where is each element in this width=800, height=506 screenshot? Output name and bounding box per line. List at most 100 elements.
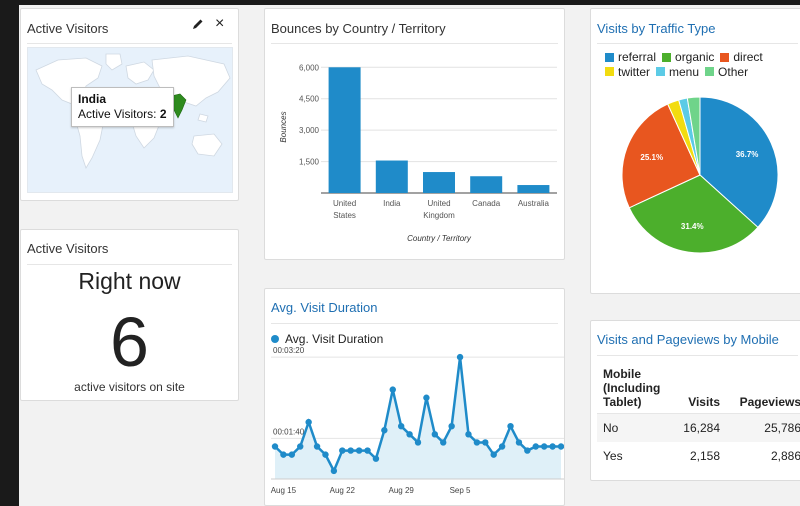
legend-item: direct [720,50,763,64]
active-visitors-caption: active visitors on site [74,380,185,394]
y-axis-label: Bounces [279,111,288,142]
data-point [280,451,287,458]
data-point [313,443,321,450]
data-point [440,439,447,446]
data-point [414,439,422,446]
row-pageviews: 25,786 [724,413,800,442]
x-tick-label: Aug 15 [271,486,297,495]
data-point [498,443,506,450]
data-point [557,443,564,450]
data-point [347,447,354,454]
y-tick-label: 00:01:40 [273,427,305,436]
x-tick-label: United [427,199,450,208]
data-point [423,394,430,401]
data-point [532,443,539,450]
data-point [364,447,371,454]
data-point [448,422,455,430]
bar [423,172,455,193]
title-divider [27,264,232,265]
title-divider [27,43,232,44]
title-divider [597,355,798,356]
card-title: Visits by Traffic Type [597,21,716,36]
legend-item: organic [662,50,714,64]
data-point [397,422,405,430]
legend-item: Other [705,65,748,79]
y-tick-label: 4,500 [299,95,320,104]
data-point [322,451,329,458]
pencil-icon[interactable] [191,17,205,34]
avg-visit-duration-card: Avg. Visit Duration Avg. Visit Duration … [264,288,565,506]
table-row: No 16,284 25,786 [597,413,800,442]
card-title: Visits and Pageviews by Mobile [597,332,779,347]
bounces-card: Bounces by Country / Territory 1,500 3,00… [264,8,565,260]
x-axis-label: Country / Territory [407,234,472,243]
avg-duration-line-chart: 00:03:20 00:01:40 Aug 15 Aug 22 Aug 29 Sep 5 [271,346,564,495]
bounces-bar-chart: 1,500 3,000 4,500 6,000 United States India Uni… [279,63,557,243]
tooltip-label: Active Visitors: [78,107,157,121]
data-point [515,439,523,446]
x-tick-label: Aug 29 [388,486,414,495]
legend-item: twitter [605,65,650,79]
data-point [330,467,338,475]
data-point [389,386,396,393]
traffic-type-card: Visits by Traffic Type referral organic di… [590,8,800,294]
x-tick-label: States [333,211,356,220]
row-pageviews: 2,886 [770,448,800,463]
data-point [271,443,279,450]
y-tick-label: 6,000 [299,63,320,72]
title-divider [597,43,798,44]
row-label: No [597,413,671,442]
data-point [490,451,497,458]
slice-label: 25.1% [640,153,663,162]
active-visitors-now-card: Active Visitors Right now 6 active visit… [20,229,239,401]
y-tick-label: 3,000 [299,126,320,135]
data-point [372,455,380,462]
y-tick-label: 1,500 [299,158,320,167]
x-tick-label: Kingdom [423,211,455,220]
dashboard-canvas: Active Visitors × India Active Visitors:… [0,0,800,506]
legend-item: referral [605,50,656,64]
left-border [0,0,19,506]
bar [517,185,550,193]
y-tick-label: 00:03:20 [273,346,305,355]
data-point [482,439,489,446]
table-row: Yes 2,158 2,886 [597,442,800,470]
right-now-label: Right now [78,268,181,294]
row-visits: 16,284 [671,413,724,442]
card-title: Active Visitors [27,241,109,256]
mobile-visits-card: Visits and Pageviews by Mobile Mobile (In… [590,320,800,481]
bar [470,176,503,193]
data-point [406,431,413,438]
column-header-mobile[interactable]: Mobile (Including Tablet) [597,363,671,414]
slice-label: 31.4% [681,222,704,231]
column-header-visits[interactable]: Visits [671,363,724,414]
x-tick-label: Aug 22 [330,486,356,495]
data-point [524,447,531,454]
column-header-pageviews[interactable]: Pageviews [724,363,800,414]
row-visits: 2,158 [689,448,720,463]
data-point [507,422,514,430]
tooltip-value: 2 [159,107,167,121]
bar [375,160,408,193]
close-icon[interactable]: × [215,16,224,32]
traffic-pie-chart: 36.7% 31.4% 25.1% [621,96,779,254]
data-point [473,439,481,446]
mobile-table: Mobile (Including Tablet) Visits Pageviews… [597,363,800,470]
row-label: Yes [603,448,623,463]
data-point [549,443,556,450]
card-title: Active Visitors [27,21,109,36]
data-point [339,447,346,454]
x-tick-label: Australia [518,199,550,208]
table-header-row: Mobile (Including Tablet) Visits Pageviews [597,363,800,414]
tooltip-country: India [78,92,107,106]
top-border [0,0,800,5]
data-point [305,418,312,426]
data-point [297,443,304,450]
data-point [431,431,439,438]
x-tick-label: United [333,199,356,208]
slice-label: 36.7% [736,150,759,159]
data-point [355,447,363,454]
data-point [381,427,388,434]
data-point [540,443,548,450]
legend-item: menu [656,65,699,79]
